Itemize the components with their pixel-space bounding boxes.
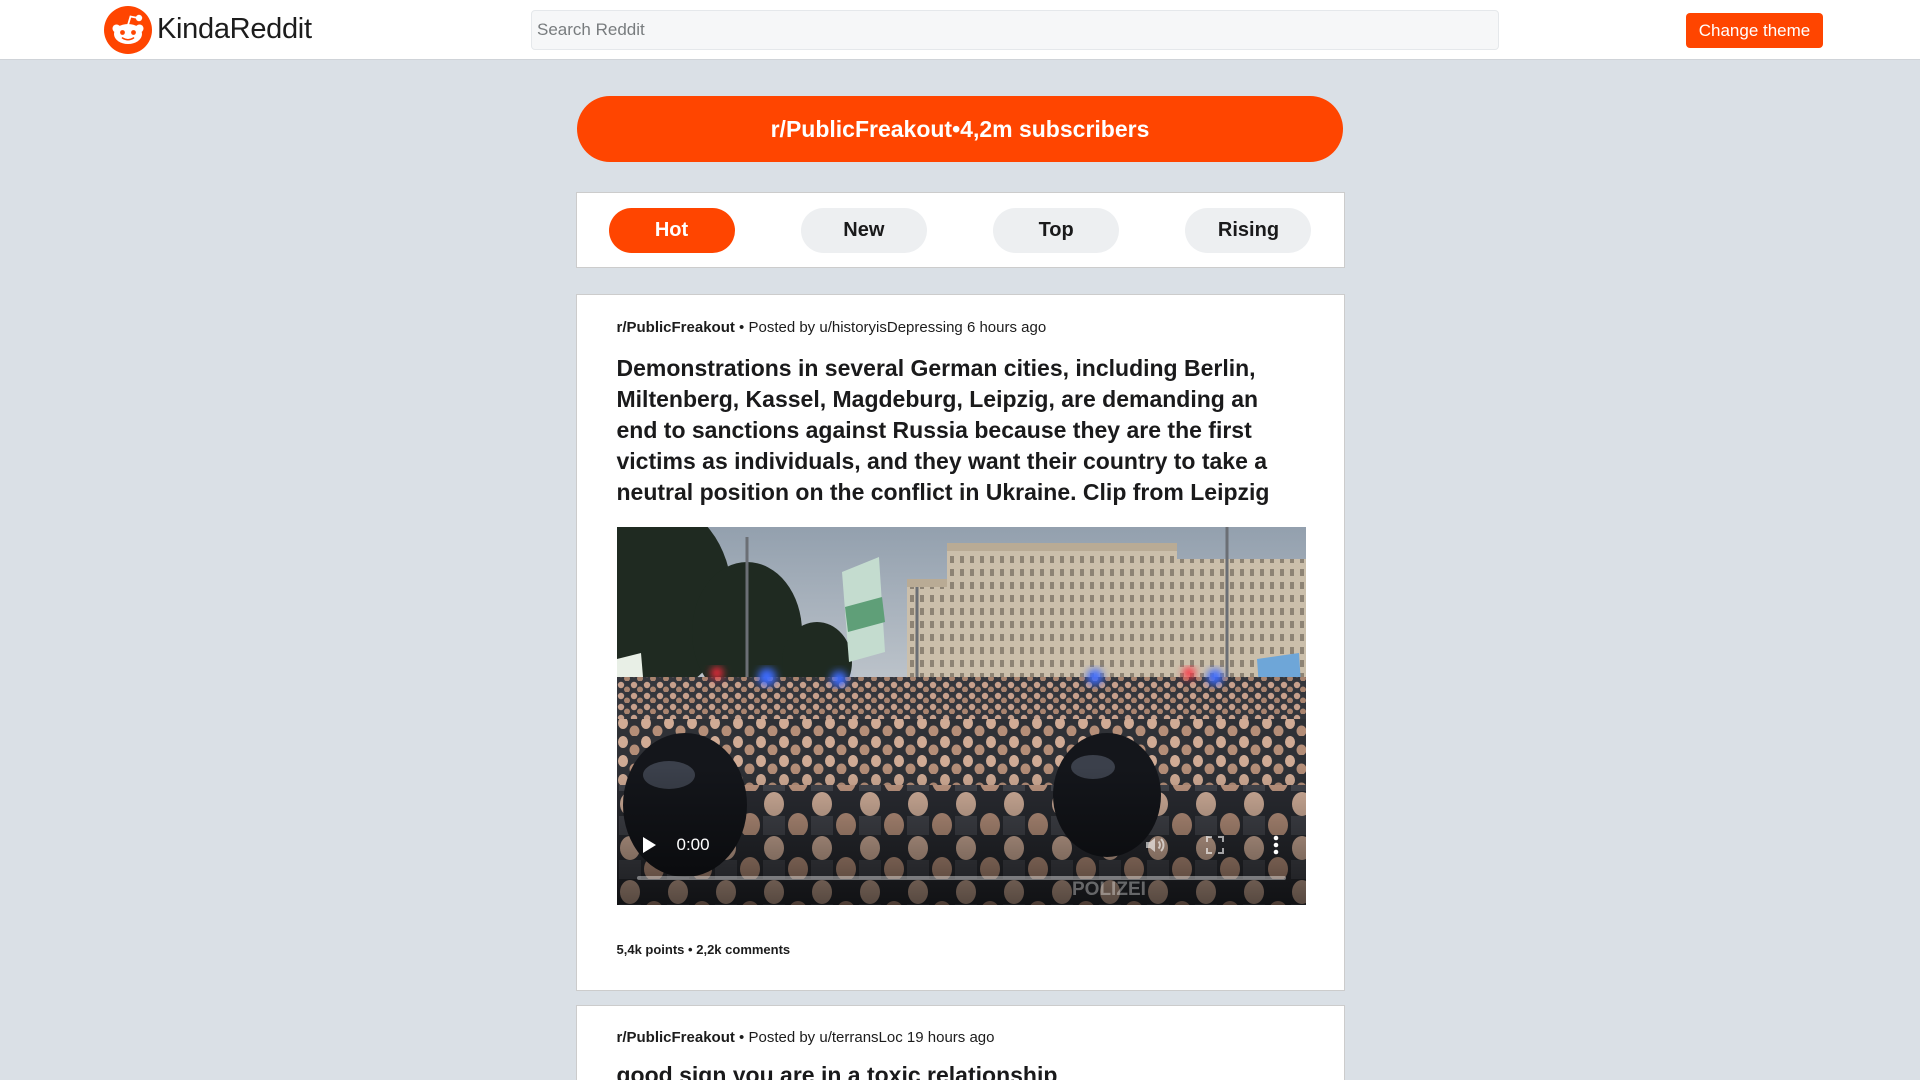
banner-separator: • xyxy=(952,115,961,142)
fullscreen-button[interactable] xyxy=(1204,834,1226,856)
post-time: 19 hours ago xyxy=(906,1029,995,1046)
controls-shade xyxy=(616,767,1306,905)
post-stats: 5,4k points • 2,2k comments xyxy=(617,942,1304,958)
volume-button[interactable] xyxy=(1143,833,1167,857)
subreddit-name: r/PublicFreakout xyxy=(770,115,953,142)
more-options-button[interactable] xyxy=(1268,833,1284,857)
post-author-link[interactable]: u/historyisDepressing xyxy=(819,319,962,336)
post-title[interactable]: good sign you are in a toxic relationshi… xyxy=(617,1060,1287,1080)
post-author-link[interactable]: u/terransLoc xyxy=(819,1029,902,1046)
video-frame-text: POLIZEI xyxy=(1072,879,1146,900)
post-subreddit-link[interactable]: r/PublicFreakout xyxy=(617,1029,735,1046)
posted-by-label: Posted by xyxy=(748,1029,816,1046)
video-time: 0:00 xyxy=(676,835,710,854)
post-card: r/PublicFreakout • Posted by u/historyis… xyxy=(575,294,1345,991)
post-comments-link[interactable]: 2,2k comments xyxy=(696,942,790,957)
more-vertical-icon xyxy=(1273,835,1278,855)
page: KindaReddit Change theme r/PublicFreakou… xyxy=(0,0,1920,1080)
volume-icon xyxy=(1145,838,1164,852)
tab-hot[interactable]: Hot xyxy=(608,208,735,253)
tab-rising[interactable]: Rising xyxy=(1185,208,1312,253)
post-title[interactable]: Demonstrations in several German cities,… xyxy=(617,353,1287,508)
post-video[interactable]: POLIZEI 0:00 xyxy=(616,527,1306,905)
stats-separator: • xyxy=(688,942,693,957)
reddit-snoo-icon xyxy=(104,5,152,54)
meta-separator: • xyxy=(739,1029,745,1046)
post-meta: r/PublicFreakout • Posted by u/terransLo… xyxy=(617,1028,1304,1048)
meta-separator: • xyxy=(739,319,745,336)
play-button[interactable] xyxy=(636,833,660,857)
subreddit-banner: r/PublicFreakout • 4,2m subscribers xyxy=(577,96,1343,162)
play-icon xyxy=(642,837,656,853)
search-input[interactable] xyxy=(531,10,1499,50)
post-time: 6 hours ago xyxy=(966,319,1047,336)
top-header: KindaReddit Change theme xyxy=(0,0,1920,60)
post-meta: r/PublicFreakout • Posted by u/historyis… xyxy=(617,318,1304,338)
logo-text: KindaReddit xyxy=(157,13,312,45)
posted-by-label: Posted by xyxy=(748,319,816,336)
post-card: r/PublicFreakout • Posted by u/terransLo… xyxy=(575,1005,1345,1080)
video-frame-scene: POLIZEI xyxy=(616,527,1306,905)
main-feed: r/PublicFreakout • 4,2m subscribers Hot … xyxy=(575,60,1345,1080)
fullscreen-icon xyxy=(1205,836,1224,854)
subscriber-count: 4,2m subscribers xyxy=(960,115,1150,142)
tab-new[interactable]: New xyxy=(800,208,927,253)
post-subreddit-link[interactable]: r/PublicFreakout xyxy=(617,319,735,336)
post-points: 5,4k points xyxy=(616,942,685,957)
change-theme-button[interactable]: Change theme xyxy=(1686,13,1823,48)
home-logo-link[interactable]: KindaReddit xyxy=(104,0,312,59)
tab-top[interactable]: Top xyxy=(993,208,1120,253)
video-progress-bar[interactable] xyxy=(636,876,1286,880)
sort-tabs: Hot New Top Rising xyxy=(575,192,1345,268)
